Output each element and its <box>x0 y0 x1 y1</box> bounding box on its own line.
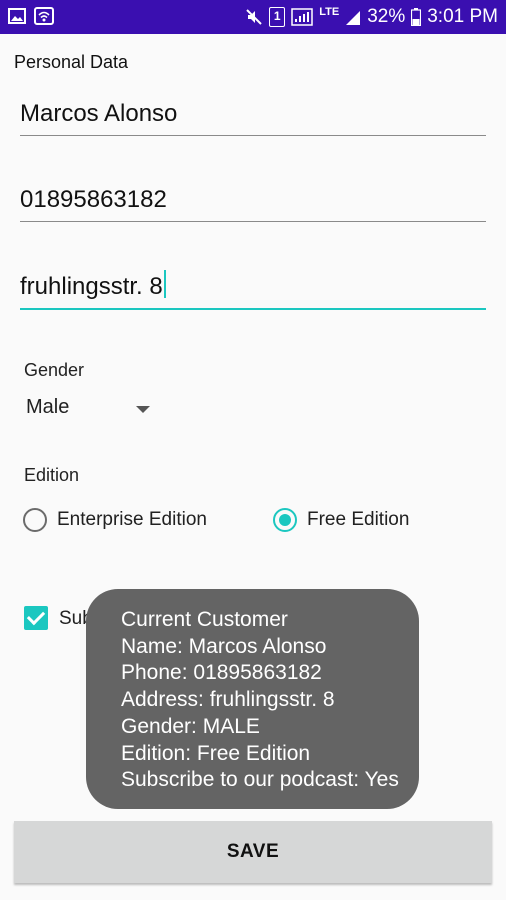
save-button[interactable]: SAVE <box>14 821 492 883</box>
edition-label: Edition <box>24 465 80 485</box>
phone-field[interactable]: 01895863182 <box>20 181 486 222</box>
gallery-notification-icon <box>8 8 26 24</box>
toast-line-address: Address: fruhlingsstr. 8 <box>121 688 335 712</box>
status-right: 1 LTE 32% 3:01 PM <box>245 0 498 34</box>
radio-label-free: Free Edition <box>307 509 410 530</box>
radio-unchecked-icon <box>23 508 47 532</box>
battery-icon <box>411 8 422 26</box>
status-bar: 1 LTE 32% 3:01 PM <box>0 0 506 34</box>
toast-line-edition: Edition: Free Edition <box>121 741 311 765</box>
phone-value: 01895863182 <box>20 186 167 213</box>
address-field[interactable]: fruhlingsstr. 8 <box>20 268 486 310</box>
battery-percent: 32% <box>367 6 406 27</box>
network-type: LTE <box>319 6 340 18</box>
name-field[interactable]: Marcos Alonso <box>20 95 486 136</box>
toast-line-subscribe: Subscribe to our podcast: Yes <box>121 768 399 792</box>
status-left-icons <box>8 7 54 25</box>
toast-line-phone: Phone: 01895863182 <box>121 661 322 685</box>
text-cursor <box>163 270 166 298</box>
dropdown-arrow-icon <box>136 406 150 413</box>
subscribe-checkbox[interactable] <box>24 606 48 630</box>
gender-selected-value: Male <box>26 396 70 418</box>
toast-line-name: Name: Marcos Alonso <box>121 634 327 658</box>
wifi-notification-icon <box>34 7 54 25</box>
toast-line-gender: Gender: MALE <box>121 714 260 738</box>
gender-label: Gender <box>24 360 85 380</box>
wifi-call-signal-icon <box>291 8 313 26</box>
toast-line-title: Current Customer <box>121 608 288 631</box>
sim-icon: 1 <box>269 7 286 27</box>
customer-toast: Current Customer Name: Marcos Alonso Pho… <box>86 589 419 809</box>
radio-free-edition[interactable]: Free Edition <box>273 508 409 532</box>
gender-dropdown[interactable]: Male <box>26 396 156 426</box>
page-title: Personal Data <box>14 52 129 72</box>
radio-enterprise-edition[interactable]: Enterprise Edition <box>23 508 207 532</box>
name-value: Marcos Alonso <box>20 100 178 127</box>
radio-checked-icon <box>273 508 297 532</box>
radio-label-enterprise: Enterprise Edition <box>57 509 207 530</box>
mute-icon <box>246 9 262 25</box>
clock: 3:01 PM <box>427 6 498 27</box>
address-value: fruhlingsstr. 8 <box>20 273 163 300</box>
cell-signal-icon <box>346 11 361 25</box>
